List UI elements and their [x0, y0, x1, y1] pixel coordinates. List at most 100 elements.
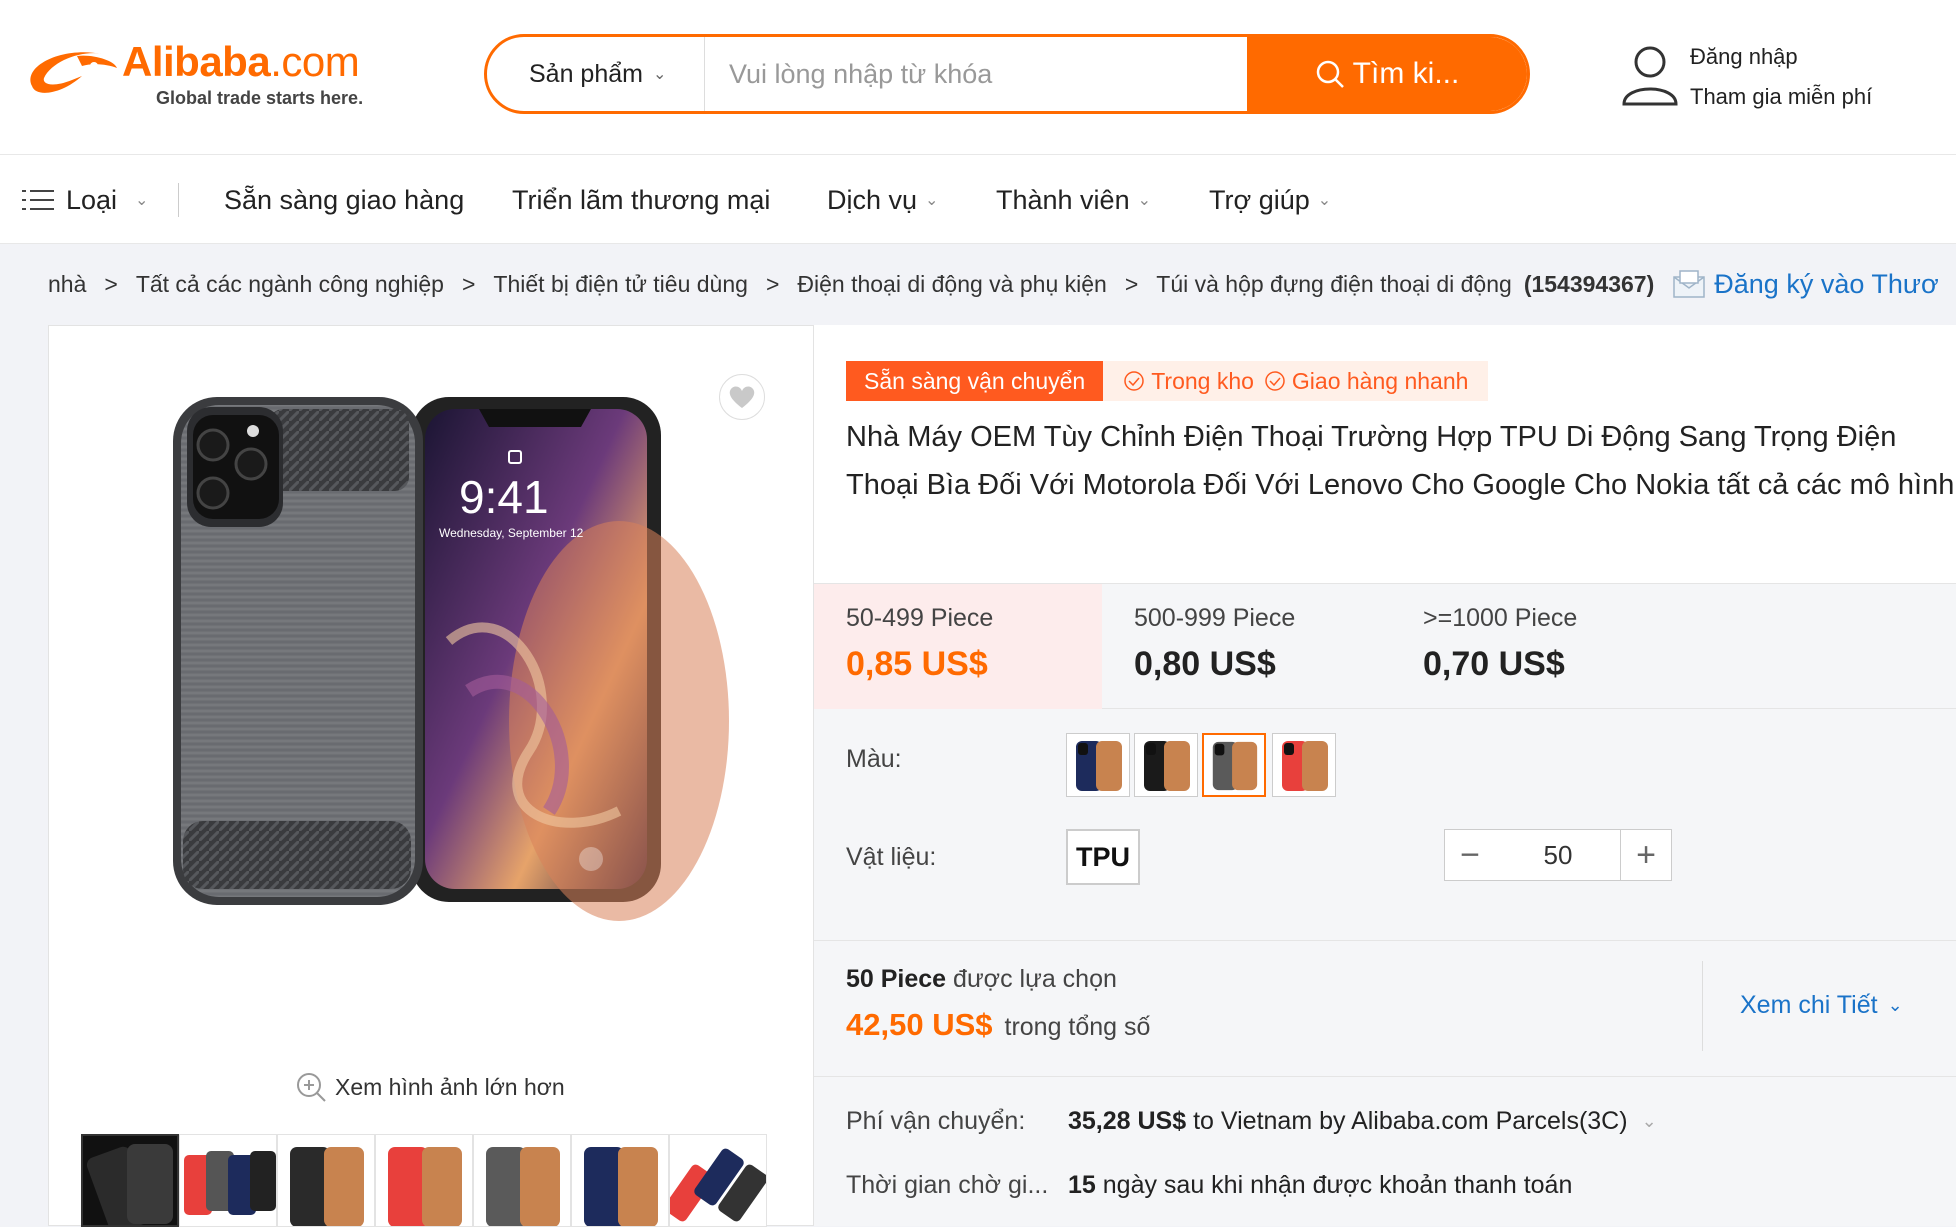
search-button-label: Tìm ki...	[1352, 57, 1460, 90]
thumbnail[interactable]	[473, 1134, 571, 1227]
nav-services[interactable]: Dịch vụ ⌄	[827, 155, 938, 245]
logo-tagline: Global trade starts here.	[156, 88, 364, 108]
check-circle-icon	[1124, 371, 1144, 391]
nav-ready-to-ship[interactable]: Sẵn sàng giao hàng	[224, 155, 464, 245]
user-account: Đăng nhập Tham gia miễn phí	[1620, 40, 1920, 120]
product-title: Nhà Máy OEM Tùy Chỉnh Điện Thoại Trường …	[846, 421, 1955, 501]
breadcrumb-item[interactable]: Tất cả các ngành công nghiệp	[136, 271, 444, 298]
view-details-label: Xem chi Tiết	[1740, 991, 1878, 1019]
thumbnail[interactable]	[81, 1134, 179, 1227]
ready-to-ship-badge: Sẵn sàng vận chuyển	[846, 361, 1104, 401]
product-badges: Sẵn sàng vận chuyển Trong kho Giao hàng …	[846, 361, 1489, 401]
alibaba-logo[interactable]: Alibaba.com Global trade starts here.	[22, 36, 412, 108]
fast-delivery-label: Giao hàng nhanh	[1291, 367, 1469, 394]
thumbnail[interactable]	[669, 1134, 767, 1227]
nav-membership[interactable]: Thành viên ⌄	[996, 155, 1151, 245]
color-swatch[interactable]	[1272, 733, 1336, 797]
thumbnail[interactable]	[277, 1134, 375, 1227]
quantity-stepper: − 50 +	[1444, 829, 1672, 881]
check-circle-icon	[1265, 371, 1285, 391]
login-link[interactable]: Đăng nhập	[1690, 44, 1798, 70]
swatch-image	[1276, 737, 1332, 793]
breadcrumb-item[interactable]: nhà	[48, 271, 86, 298]
breadcrumb-item[interactable]: Thiết bị điện tử tiêu dùng	[493, 271, 748, 298]
material-label: Vật liệu:	[846, 843, 937, 871]
thumbnail-image	[474, 1135, 570, 1226]
nav-categories[interactable]: Loại ⌄	[22, 155, 148, 245]
tier-price: 0,80 US$	[1134, 645, 1276, 683]
in-stock-label: Trong kho	[1151, 367, 1254, 394]
color-swatch[interactable]	[1202, 733, 1266, 797]
selected-quantity: 50 Piece được lựa chọn	[846, 965, 1117, 993]
shipping-info: Phí vận chuyển: 35,28 US$ to Vietnam by …	[814, 1077, 1956, 1226]
thumbnail-image	[180, 1135, 276, 1226]
thumbnail[interactable]	[179, 1134, 277, 1227]
price-tier: >=1000 Piece 0,70 US$	[1391, 584, 1679, 710]
svg-text:Wednesday, September 12: Wednesday, September 12	[439, 526, 584, 540]
breadcrumb-separator: >	[1124, 270, 1139, 297]
swatch-image	[1070, 737, 1126, 793]
chevron-down-icon: ⌄	[1317, 192, 1332, 209]
product-options: Màu: Vật liệu: TPU − 50 +	[814, 709, 1956, 941]
breadcrumb: nhà > Tất cả các ngành công nghiệp > Thi…	[48, 262, 1939, 306]
zoom-image-link[interactable]: Xem hình ảnh lớn hơn	[295, 1071, 565, 1103]
total-price: 42,50 US$ trong tổng số	[846, 1007, 1151, 1042]
nav-trade-shows[interactable]: Triển lãm thương mại	[512, 155, 770, 245]
nav-divider	[178, 183, 179, 217]
chevron-down-icon: ⌄	[1887, 995, 1903, 1015]
tier-price: 0,70 US$	[1423, 645, 1565, 683]
subscribe-link[interactable]: Đăng ký vào Thươ	[1672, 268, 1939, 300]
search-bar: Sản phẩm ⌄ Tìm ki...	[484, 34, 1530, 114]
shipping-fee-value[interactable]: 35,28 US$ to Vietnam by Alibaba.com Parc…	[1068, 1107, 1657, 1136]
nav-services-label: Dịch vụ	[827, 184, 918, 215]
product-main-image[interactable]: 9:41 Wednesday, September 12	[149, 391, 749, 1031]
thumbnail-image	[572, 1135, 668, 1226]
stock-badge: Trong kho Giao hàng nhanh	[1103, 361, 1489, 401]
mail-icon	[1673, 270, 1706, 298]
thumbnail[interactable]	[571, 1134, 669, 1227]
search-category-select[interactable]: Sản phẩm ⌄	[487, 37, 705, 111]
logo-wordmark: Alibaba.com	[122, 38, 360, 85]
tier-quantity: 50-499 Piece	[846, 604, 994, 632]
chevron-down-icon: ⌄	[1137, 192, 1151, 209]
color-swatch[interactable]	[1134, 733, 1198, 797]
decrease-quantity-button[interactable]: −	[1444, 829, 1496, 881]
thumbnail-image	[376, 1135, 472, 1226]
summary-divider	[1702, 961, 1703, 1051]
join-free-link[interactable]: Tham gia miễn phí	[1690, 84, 1872, 110]
nav-membership-label: Thành viên	[996, 184, 1130, 215]
increase-quantity-button[interactable]: +	[1620, 829, 1672, 881]
thumbnail[interactable]	[375, 1134, 473, 1227]
thumbnail-strip	[81, 1134, 771, 1227]
main-nav: Loại ⌄ Sẵn sàng giao hàng Triển lãm thươ…	[0, 154, 1956, 244]
price-tier: 500-999 Piece 0,80 US$	[1102, 584, 1390, 710]
lead-time-label: Thời gian chờ gi...	[846, 1171, 1049, 1199]
tier-quantity: >=1000 Piece	[1423, 604, 1578, 632]
search-button[interactable]: Tìm ki...	[1247, 37, 1527, 111]
product-gallery: 9:41 Wednesday, September 12 Xem hình ản…	[48, 325, 814, 1227]
breadcrumb-item[interactable]: Điện thoại di động và phụ kiện	[797, 271, 1106, 298]
thumbnail-image	[278, 1135, 374, 1226]
shipping-fee-label: Phí vận chuyển:	[846, 1107, 1026, 1135]
swatch-image	[1138, 737, 1194, 793]
thumbnail-image	[670, 1135, 766, 1226]
subscribe-label: Đăng ký vào Thươ	[1714, 268, 1939, 299]
price-tiers: 50-499 Piece 0,85 US$ 500-999 Piece 0,80…	[814, 583, 1956, 710]
breadcrumb-separator: >	[765, 270, 780, 297]
color-swatch[interactable]	[1066, 733, 1130, 797]
price-tier: 50-499 Piece 0,85 US$	[814, 584, 1102, 710]
nav-help[interactable]: Trợ giúp ⌄	[1209, 155, 1331, 245]
zoom-image-label: Xem hình ảnh lớn hơn	[335, 1073, 565, 1100]
chevron-down-icon: ⌄	[652, 66, 667, 83]
breadcrumb-item[interactable]: Túi và hộp đựng điện thoại di động	[1156, 271, 1512, 298]
view-details-link[interactable]: Xem chi Tiết ⌄	[1740, 991, 1903, 1020]
tier-quantity: 500-999 Piece	[1134, 604, 1296, 632]
search-input[interactable]	[707, 37, 1237, 111]
chevron-down-icon: ⌄	[135, 192, 149, 209]
material-option-tpu[interactable]: TPU	[1066, 829, 1140, 885]
breadcrumb-separator: >	[104, 270, 118, 297]
menu-icon	[22, 190, 54, 210]
quantity-input[interactable]: 50	[1495, 829, 1621, 881]
tier-price: 0,85 US$	[846, 645, 988, 683]
nav-categories-label: Loại	[66, 184, 118, 215]
